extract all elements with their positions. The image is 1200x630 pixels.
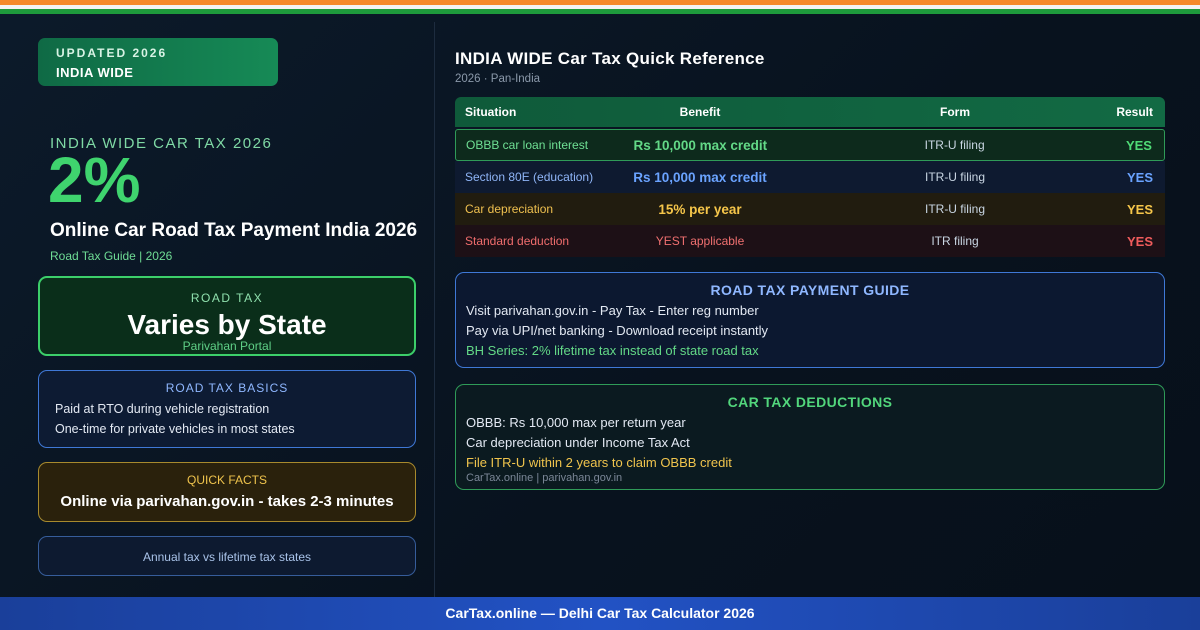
cell-form: ITR-U filing — [924, 170, 985, 184]
cell-result: YES — [1126, 169, 1153, 185]
cell-form: ITR filing — [931, 234, 979, 248]
column-divider — [434, 22, 435, 597]
table-header: Situation Benefit Form Result — [455, 97, 1165, 127]
header-benefit: Benefit — [679, 105, 721, 119]
table-row: Section 80E (education) Rs 10,000 max cr… — [455, 161, 1165, 193]
cell-form: ITR-U filing — [924, 138, 985, 152]
basics-item: One-time for private vehicles in most st… — [55, 422, 295, 436]
cell-situation: Standard deduction — [465, 234, 570, 248]
cell-benefit: YEST applicable — [655, 234, 745, 248]
guide-item: Visit parivahan.gov.in - Pay Tax - Enter… — [466, 303, 759, 318]
cell-result: YES — [1126, 233, 1153, 249]
cell-form: ITR-U filing — [924, 202, 985, 216]
deduction-item: File ITR-U within 2 years to claim OBBB … — [466, 455, 732, 470]
road-tax-card-title: ROAD TAX — [190, 291, 264, 305]
header-situation: Situation — [465, 105, 517, 119]
basics-title: ROAD TAX BASICS — [165, 381, 289, 395]
cell-situation: Section 80E (education) — [465, 170, 594, 184]
cell-result: YES — [1126, 201, 1153, 217]
hero-subline: Road Tax Guide | 2026 — [50, 249, 173, 263]
badge-line-1: UPDATED 2026 — [56, 46, 168, 60]
basics-item: Paid at RTO during vehicle registration — [55, 402, 270, 416]
table-row: Standard deduction YEST applicable ITR f… — [455, 225, 1165, 257]
payment-guide-title: ROAD TAX PAYMENT GUIDE — [710, 282, 910, 298]
quick-facts-title: QUICK FACTS — [186, 473, 267, 487]
deductions-card: CAR TAX DEDUCTIONS OBBB: Rs 10,000 max p… — [455, 384, 1165, 490]
cell-benefit: Rs 10,000 max credit — [633, 137, 768, 153]
annual-tax-card: Annual tax vs lifetime tax states — [38, 536, 416, 576]
cell-benefit: 15% per year — [658, 201, 742, 217]
india-flag-stripe — [0, 0, 1200, 14]
quick-facts-value: Online via parivahan.gov.in - takes 2-3 … — [60, 493, 394, 510]
reference-table: Situation Benefit Form Result OBBB car l… — [455, 97, 1165, 257]
road-tax-card: ROAD TAX Varies by State Parivahan Porta… — [38, 276, 416, 356]
page-title: Online Car Road Tax Payment India 2026 — [50, 220, 418, 241]
reference-title: INDIA WIDE Car Tax Quick Reference — [455, 49, 765, 68]
badge-line-2: INDIA WIDE — [56, 65, 134, 80]
guide-item: Pay via UPI/net banking - Download recei… — [466, 323, 769, 338]
updated-badge: UPDATED 2026 INDIA WIDE — [38, 38, 278, 86]
footer-banner[interactable]: CarTax.online — Delhi Car Tax Calculator… — [0, 597, 1200, 630]
reference-subtitle: 2026 · Pan-India — [455, 73, 541, 85]
header-form: Form — [940, 105, 970, 119]
deduction-item: Car depreciation under Income Tax Act — [466, 435, 690, 450]
cell-benefit: Rs 10,000 max credit — [633, 169, 767, 185]
deductions-title: CAR TAX DEDUCTIONS — [727, 394, 893, 410]
guide-item: BH Series: 2% lifetime tax instead of st… — [466, 343, 759, 358]
annual-tax-text: Annual tax vs lifetime tax states — [142, 550, 312, 564]
road-tax-basics-card: ROAD TAX BASICS Paid at RTO during vehic… — [38, 370, 416, 448]
deduction-item: OBBB: Rs 10,000 max per return year — [466, 415, 686, 430]
road-tax-card-sub: Parivahan Portal — [182, 339, 272, 353]
quick-facts-card: QUICK FACTS Online via parivahan.gov.in … — [38, 462, 416, 522]
header-result: Result — [1116, 105, 1153, 119]
cell-situation: OBBB car loan interest — [466, 138, 589, 152]
payment-guide-card: ROAD TAX PAYMENT GUIDE Visit parivahan.g… — [455, 272, 1165, 368]
hero-big-value: 2% — [48, 144, 141, 216]
table-row: Car depreciation 15% per year ITR-U fili… — [455, 193, 1165, 225]
cell-result: YES — [1125, 137, 1152, 153]
cell-situation: Car depreciation — [465, 202, 554, 216]
road-tax-card-value: Varies by State — [127, 309, 327, 340]
table-row: OBBB car loan interest Rs 10,000 max cre… — [455, 129, 1165, 161]
deductions-source: CarTax.online | parivahan.gov.in — [466, 472, 623, 484]
